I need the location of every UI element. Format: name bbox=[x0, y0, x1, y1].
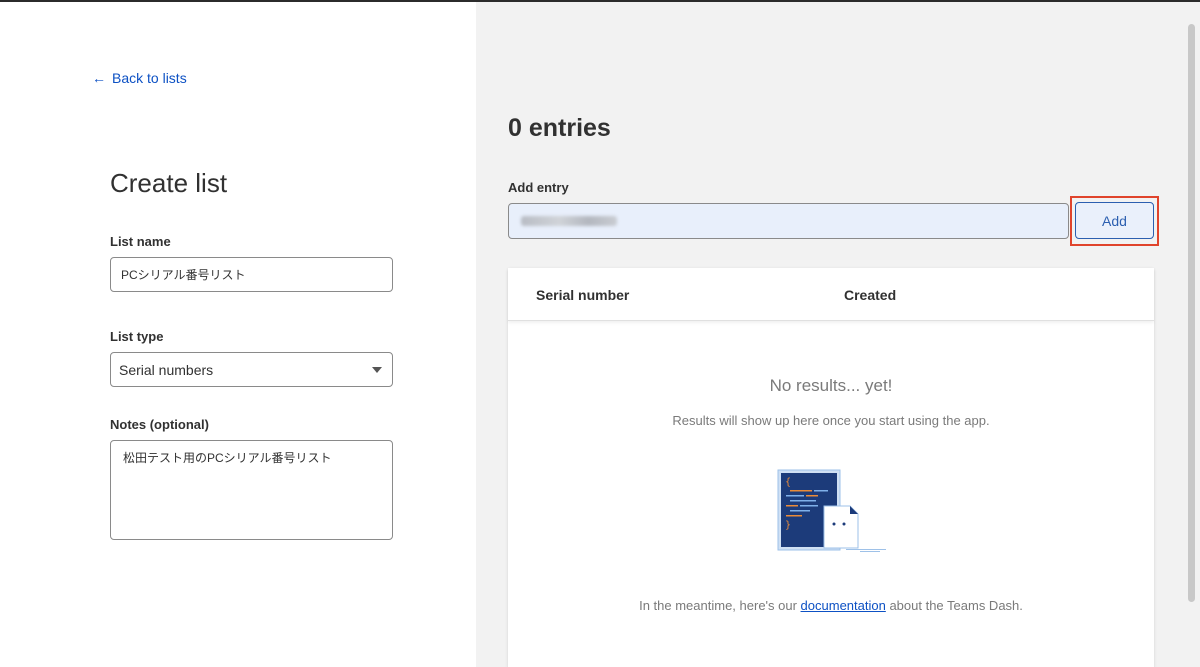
list-type-select[interactable]: Serial numbers bbox=[110, 352, 393, 387]
page-scrollbar[interactable] bbox=[1188, 24, 1195, 602]
list-name-label: List name bbox=[110, 234, 171, 249]
arrow-left-icon: ← bbox=[92, 70, 106, 86]
caret-down-icon bbox=[372, 366, 382, 373]
add-entry-input[interactable] bbox=[508, 203, 1069, 239]
create-list-panel bbox=[0, 2, 476, 667]
list-type-selected-value: Serial numbers bbox=[119, 361, 214, 378]
back-link-label: Back to lists bbox=[112, 70, 187, 86]
entries-count-title: 0 entries bbox=[508, 114, 611, 142]
back-to-lists-link[interactable]: ← Back to lists bbox=[92, 70, 187, 86]
code-document-illustration: { } bbox=[777, 469, 886, 552]
doc-prefix-text: In the meantime, here's our bbox=[639, 598, 801, 613]
notes-label: Notes (optional) bbox=[110, 417, 209, 432]
notes-value: 松田テスト用のPCシリアル番号リスト bbox=[123, 451, 332, 465]
doc-suffix-text: about the Teams Dash. bbox=[885, 598, 1023, 613]
add-entry-button[interactable]: Add bbox=[1075, 202, 1154, 239]
empty-state-title: No results... yet! bbox=[769, 376, 893, 395]
notes-textarea[interactable]: 松田テスト用のPCシリアル番号リスト bbox=[110, 440, 393, 540]
column-header-serial-number[interactable]: Serial number bbox=[536, 287, 629, 303]
entries-table: Serial number Created No results... yet!… bbox=[508, 268, 1154, 667]
add-entry-label: Add entry bbox=[508, 180, 569, 195]
list-type-label: List type bbox=[110, 329, 164, 344]
list-name-value: PCシリアル番号リスト bbox=[121, 268, 246, 282]
documentation-link[interactable]: documentation bbox=[801, 598, 886, 613]
page-title: Create list bbox=[110, 168, 228, 198]
documentation-hint: In the meantime, here's our documentatio… bbox=[508, 598, 1154, 613]
svg-text:}: } bbox=[785, 520, 791, 531]
redacted-entry-value bbox=[521, 216, 617, 226]
column-header-created[interactable]: Created bbox=[844, 287, 896, 303]
svg-text:{: { bbox=[785, 477, 791, 488]
list-name-input[interactable]: PCシリアル番号リスト bbox=[110, 257, 393, 292]
table-header: Serial number Created bbox=[508, 268, 1154, 321]
empty-state-subtitle: Results will show up here once you start… bbox=[672, 413, 990, 428]
